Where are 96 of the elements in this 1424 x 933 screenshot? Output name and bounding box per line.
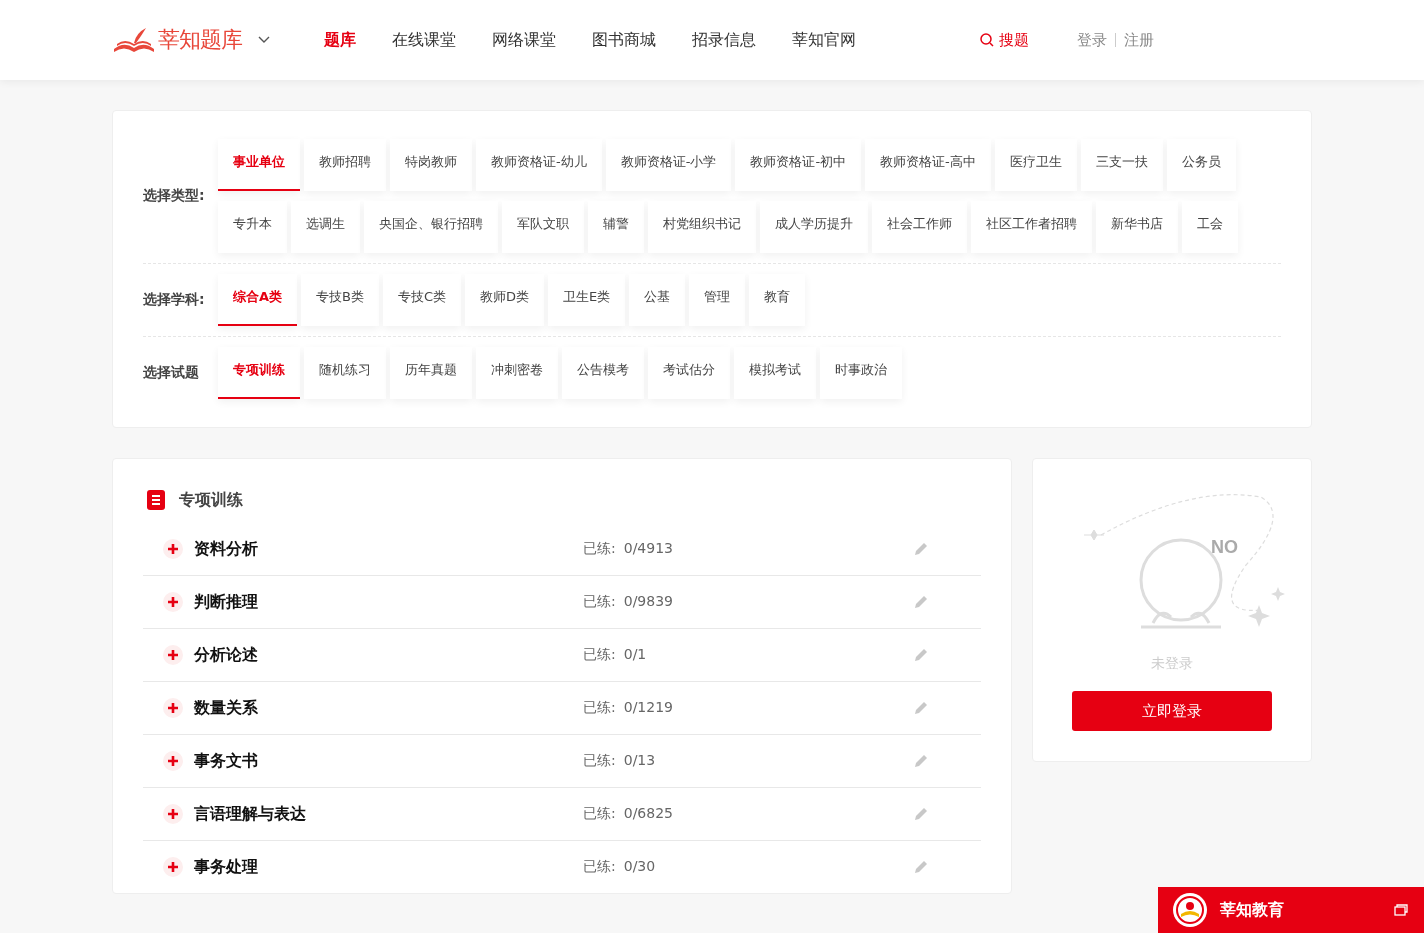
- filter-tab[interactable]: 专项训练: [218, 347, 300, 399]
- done-label: 已练:: [583, 858, 616, 876]
- done-label: 已练:: [583, 593, 616, 611]
- plus-icon[interactable]: [163, 698, 183, 718]
- filter-tab[interactable]: 医疗卫生: [994, 139, 1077, 191]
- filter-tab[interactable]: 教育: [749, 274, 806, 326]
- filter-tab[interactable]: 历年真题: [390, 347, 472, 399]
- filter-tab[interactable]: 公基: [629, 274, 686, 326]
- chevron-down-icon[interactable]: [258, 36, 270, 44]
- plus-icon[interactable]: [163, 592, 183, 612]
- login-button[interactable]: 立即登录: [1072, 691, 1272, 731]
- filter-tab[interactable]: 军队文职: [502, 201, 584, 253]
- topic-name: 分析论述: [194, 644, 259, 666]
- filter-tab[interactable]: 事业单位: [218, 139, 300, 191]
- practice-row[interactable]: 判断推理 已练: 0/9839: [143, 576, 981, 629]
- filter-tab[interactable]: 特岗教师: [390, 139, 472, 191]
- filter-tab[interactable]: 公务员: [1166, 139, 1236, 191]
- done-count: 0/1: [623, 646, 647, 664]
- nav-link[interactable]: 图书商城: [592, 29, 656, 51]
- filter-tab[interactable]: 教师资格证-小学: [605, 139, 732, 191]
- done-label: 已练:: [583, 752, 616, 770]
- done-count: 0/6825: [623, 805, 673, 823]
- practice-row[interactable]: 资料分析 已练: 0/4913: [143, 523, 981, 576]
- search-icon[interactable]: [980, 33, 994, 47]
- login-link[interactable]: 登录: [1077, 30, 1107, 50]
- practice-row[interactable]: 言语理解与表达 已练: 0/6825: [143, 788, 981, 841]
- chat-bar-title: 莘知教育: [1220, 899, 1284, 921]
- window-icon[interactable]: [1394, 904, 1408, 916]
- filter-tab[interactable]: 选调生: [291, 201, 360, 253]
- filter-tab[interactable]: 新华书店: [1096, 201, 1178, 253]
- done-label: 已练:: [583, 646, 616, 664]
- done-count: 0/9839: [623, 593, 673, 611]
- done-count: 0/1219: [623, 699, 673, 717]
- book-logo-icon[interactable]: [112, 27, 156, 53]
- filter-tab[interactable]: 辅警: [588, 201, 644, 253]
- search-link[interactable]: 搜题: [980, 30, 1029, 50]
- practice-row[interactable]: 数量关系 已练: 0/1219: [143, 682, 981, 735]
- logo-text[interactable]: 莘知题库: [158, 25, 242, 55]
- emblem-icon: [1172, 892, 1208, 928]
- filter-tab[interactable]: 教师D类: [465, 274, 545, 326]
- filter-tab[interactable]: 工会: [1182, 201, 1238, 253]
- filter-tab[interactable]: 公告模考: [562, 347, 644, 399]
- plus-icon[interactable]: [163, 857, 183, 877]
- register-link[interactable]: 注册: [1124, 30, 1154, 50]
- filter-tab[interactable]: 管理: [689, 274, 746, 326]
- nav-link[interactable]: 网络课堂: [492, 29, 556, 51]
- done-label: 已练:: [583, 805, 616, 823]
- done-count: 0/13: [623, 752, 656, 770]
- nav-link[interactable]: 在线课堂: [392, 29, 456, 51]
- done-count: 0/4913: [623, 540, 673, 558]
- list-icon: [147, 490, 165, 510]
- filter-tab[interactable]: 模拟考试: [734, 347, 816, 399]
- nav-link[interactable]: 莘知官网: [792, 29, 856, 51]
- filter-tab[interactable]: 成人学历提升: [760, 201, 868, 253]
- topic-name: 判断推理: [194, 591, 259, 613]
- filter-tab[interactable]: 专技C类: [383, 274, 462, 326]
- filter-tab[interactable]: 央国企、银行招聘: [364, 201, 498, 253]
- practice-row[interactable]: 分析论述 已练: 0/1: [143, 629, 981, 682]
- filter-tab[interactable]: 教师招聘: [304, 139, 386, 191]
- filter-tab[interactable]: 村党组织书记: [648, 201, 756, 253]
- filter-tab[interactable]: 冲刺密卷: [476, 347, 558, 399]
- filter-tab[interactable]: 教师资格证-初中: [735, 139, 862, 191]
- filter-tab[interactable]: 考试估分: [648, 347, 730, 399]
- chat-bar[interactable]: 莘知教育: [1158, 887, 1424, 933]
- plus-icon[interactable]: [163, 539, 183, 559]
- illustration-label: NO: [1211, 537, 1238, 557]
- nav-link[interactable]: 题库: [324, 29, 356, 51]
- topic-name: 数量关系: [194, 697, 259, 719]
- filter-tab[interactable]: 社区工作者招聘: [971, 201, 1092, 253]
- filter-tab[interactable]: 综合A类: [218, 274, 298, 326]
- plus-icon[interactable]: [163, 804, 183, 824]
- filter-tab[interactable]: 时事政治: [820, 347, 902, 399]
- filter-tab[interactable]: 专升本: [218, 201, 287, 253]
- nav-link[interactable]: 招录信息: [692, 29, 756, 51]
- topic-name: 事务文书: [194, 750, 259, 772]
- plus-icon[interactable]: [163, 751, 183, 771]
- filter-tab[interactable]: 卫生E类: [548, 274, 626, 326]
- filter-label: 选择试题: [143, 364, 200, 382]
- filter-tab[interactable]: 教师资格证-高中: [865, 139, 991, 191]
- filter-tab[interactable]: 专技B类: [301, 274, 379, 326]
- filter-tab[interactable]: 社会工作师: [872, 201, 967, 253]
- done-label: 已练:: [583, 540, 616, 558]
- filter-label: 选择学科:: [143, 291, 206, 309]
- topic-name: 资料分析: [194, 538, 259, 560]
- done-count: 0/30: [623, 858, 656, 876]
- filter-tab[interactable]: 三支一扶: [1080, 139, 1163, 191]
- plus-icon[interactable]: [163, 645, 183, 665]
- filter-tab[interactable]: 随机练习: [304, 347, 386, 399]
- practice-row[interactable]: 事务文书 已练: 0/13: [143, 735, 981, 788]
- filter-label: 选择类型:: [143, 187, 206, 205]
- practice-row[interactable]: 事务处理 已练: 0/30: [143, 841, 981, 893]
- topic-name: 言语理解与表达: [194, 803, 307, 825]
- filter-tab[interactable]: 教师资格证-幼儿: [476, 139, 602, 191]
- topic-name: 事务处理: [194, 856, 259, 878]
- done-label: 已练:: [583, 699, 616, 717]
- section-title: 专项训练: [179, 489, 243, 511]
